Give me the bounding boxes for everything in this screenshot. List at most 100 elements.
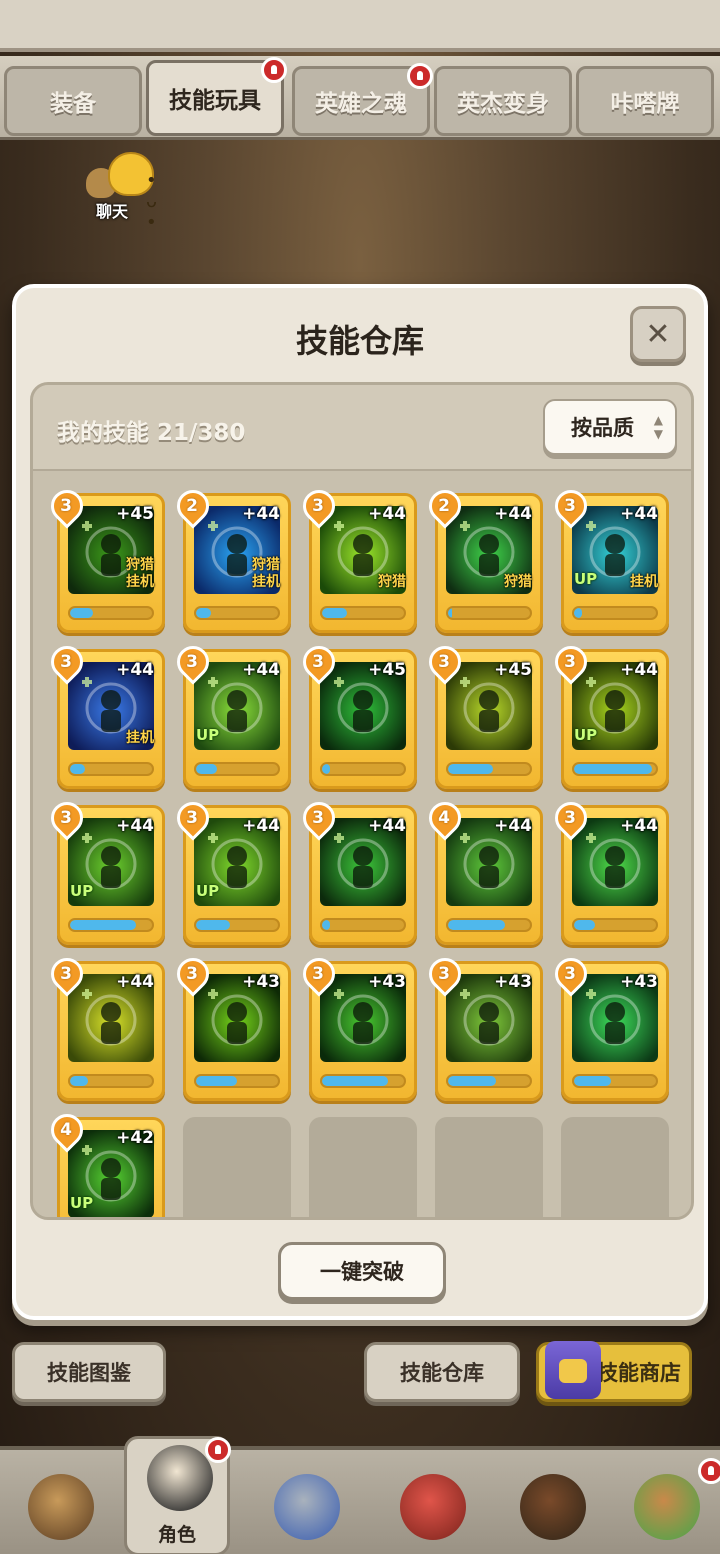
- skill-warehouse-button[interactable]: 技能仓库: [364, 1342, 520, 1402]
- skill-card[interactable]: 3 +43: [422, 951, 543, 1101]
- empty-slot: [183, 1117, 291, 1217]
- upgrade-indicator: UP: [196, 882, 220, 900]
- skill-card[interactable]: 3 +44: [44, 951, 165, 1101]
- skill-card[interactable]: 3 +44 UP: [170, 795, 291, 945]
- tab-bar: 装备 技能玩具 英雄之魂 英杰变身 咔嗒牌: [0, 56, 720, 140]
- nav-tribal-button[interactable]: [8, 1460, 114, 1554]
- chat-button[interactable]: • ᴗ • 聊天: [82, 150, 162, 233]
- bottom-navigation: 角色: [0, 1436, 720, 1554]
- nav-bear-button[interactable]: [500, 1460, 606, 1554]
- rank-number: 3: [312, 652, 324, 672]
- skill-card[interactable]: 3 +43: [296, 951, 417, 1101]
- skill-level: +43: [494, 972, 532, 992]
- progress-bar: [68, 918, 154, 932]
- skill-card[interactable]: 2 +44 狩猎: [422, 483, 543, 633]
- tab-0[interactable]: 装备: [4, 66, 142, 136]
- skill-card[interactable]: 3 +44 狩猎: [296, 483, 417, 633]
- close-button[interactable]: ✕: [630, 306, 686, 362]
- skill-card[interactable]: 3 +45: [422, 639, 543, 789]
- skill-card[interactable]: 3 +44: [296, 795, 417, 945]
- progress-bar: [194, 1074, 280, 1088]
- skill-card[interactable]: 3 +44: [548, 795, 669, 945]
- skill-level: +44: [368, 816, 406, 836]
- skill-list-header: 我的技能 21/380 按品质 ▲ ▼: [33, 385, 691, 471]
- skill-card[interactable]: 3 +44 挂机 UP: [548, 483, 669, 633]
- skill-card[interactable]: 3 +44 UP: [548, 639, 669, 789]
- skill-level: +45: [116, 504, 154, 524]
- progress-bar: [194, 606, 280, 620]
- progress-fill: [70, 764, 85, 774]
- shop-merchant-icon: [545, 1341, 601, 1399]
- tab-4[interactable]: 咔嗒牌: [576, 66, 714, 136]
- rank-number: 3: [186, 808, 198, 828]
- skill-tag: 挂机: [252, 574, 280, 590]
- rank-number: 3: [564, 496, 576, 516]
- skill-warehouse-dialog: 技能仓库 ✕ 我的技能 21/380 按品质 ▲ ▼ 3 +45 狩猎 挂机 2 +44 狩猎…: [12, 284, 708, 1320]
- skill-card[interactable]: 3 +44 UP: [170, 639, 291, 789]
- skill-tag: 狩猎: [504, 574, 532, 590]
- tab-1[interactable]: 技能玩具: [146, 57, 287, 136]
- nav-label: 角色: [157, 1524, 196, 1546]
- tab-3[interactable]: 英杰变身: [434, 66, 572, 136]
- progress-bar: [320, 1074, 406, 1088]
- skill-level: +42: [116, 1128, 154, 1148]
- skill-shop-button[interactable]: 技能商店: [536, 1341, 692, 1402]
- rank-number: 3: [438, 652, 450, 672]
- progress-fill: [196, 608, 211, 618]
- skill-card[interactable]: 3 +45 狩猎 挂机: [44, 483, 165, 633]
- nav-weapons-button[interactable]: [254, 1460, 360, 1554]
- progress-bar: [572, 1074, 658, 1088]
- skill-card[interactable]: 2 +44 狩猎 挂机: [170, 483, 291, 633]
- progress-bar: [446, 606, 532, 620]
- progress-fill: [70, 608, 93, 618]
- nav-weapons-icon: [274, 1474, 340, 1540]
- progress-fill: [70, 920, 136, 930]
- progress-fill: [574, 920, 595, 930]
- progress-fill: [574, 608, 583, 618]
- one-key-break-button[interactable]: 一键突破: [278, 1242, 446, 1300]
- skill-level: +44: [620, 660, 658, 680]
- skill-card[interactable]: 4 +42 UP: [44, 1107, 165, 1217]
- skill-level: +44: [494, 816, 532, 836]
- notification-bell-icon: [261, 57, 287, 83]
- rank-badge: 3: [170, 951, 216, 997]
- nav-character-button[interactable]: 角色: [124, 1436, 231, 1554]
- skill-card[interactable]: 3 +44 UP: [44, 795, 165, 945]
- skill-level: +44: [494, 504, 532, 524]
- rank-badge: 3: [170, 795, 216, 841]
- skill-grid: 3 +45 狩猎 挂机 2 +44 狩猎 挂机 3 +44 狩猎 2 +44 狩猎 3 +44 挂机 UP 3 +44…: [33, 471, 691, 1217]
- rank-badge: 3: [296, 795, 342, 841]
- skill-level: +44: [368, 504, 406, 524]
- progress-bar: [572, 762, 658, 776]
- rank-number: 3: [60, 964, 72, 984]
- upgrade-indicator: UP: [574, 570, 598, 588]
- rank-number: 3: [564, 652, 576, 672]
- progress-bar: [194, 918, 280, 932]
- skill-level: +44: [116, 816, 154, 836]
- rank-number: 4: [60, 1120, 72, 1140]
- empty-slot: [561, 1117, 669, 1217]
- rank-badge: 3: [296, 639, 342, 685]
- skill-level: +44: [116, 660, 154, 680]
- rank-badge: 3: [548, 639, 594, 685]
- nav-dino-button[interactable]: [380, 1460, 486, 1554]
- skill-card[interactable]: 4 +44: [422, 795, 543, 945]
- skill-card[interactable]: 3 +43: [170, 951, 291, 1101]
- tab-2[interactable]: 英雄之魂: [292, 63, 433, 136]
- skill-level: +44: [116, 972, 154, 992]
- skill-level: +43: [242, 972, 280, 992]
- tab-label: 咔嗒牌: [610, 91, 680, 117]
- rank-badge: 4: [44, 1107, 90, 1153]
- sort-arrows-icon: ▲ ▼: [653, 413, 663, 441]
- rank-number: 4: [438, 808, 450, 828]
- sort-dropdown[interactable]: 按品质 ▲ ▼: [543, 399, 677, 455]
- skill-card[interactable]: 3 +43: [548, 951, 669, 1101]
- rank-number: 3: [438, 964, 450, 984]
- progress-bar: [68, 1074, 154, 1088]
- progress-fill: [448, 764, 494, 774]
- skill-card[interactable]: 3 +45: [296, 639, 417, 789]
- skill-card[interactable]: 3 +44 挂机: [44, 639, 165, 789]
- nav-dino-icon: [400, 1474, 466, 1540]
- nav-shop-hero-button[interactable]: [614, 1458, 720, 1554]
- skill-codex-button[interactable]: 技能图鉴: [12, 1342, 166, 1402]
